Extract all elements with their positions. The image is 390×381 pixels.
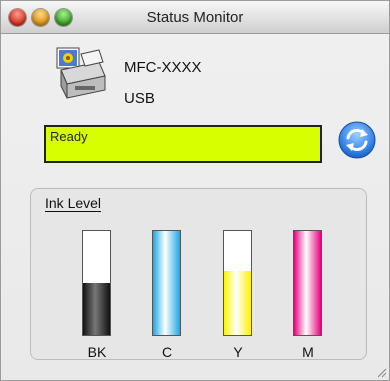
ink-label-c: C (161, 344, 173, 360)
ink-fill-c (153, 231, 180, 335)
printer-icon (56, 47, 106, 99)
status-monitor-window: Status Monitor MFC-XXXX USB Ready Ink Le… (0, 0, 390, 381)
resize-grip-icon[interactable] (375, 366, 387, 378)
ink-bar-bk (82, 230, 111, 336)
window-title: Status Monitor (146, 9, 244, 26)
device-model: MFC-XXXX (124, 59, 202, 76)
ink-bar-c (152, 230, 181, 336)
ink-fill-y (224, 270, 251, 335)
status-display: Ready (44, 125, 322, 163)
connection-type: USB (124, 90, 155, 107)
ink-fill-m (294, 231, 321, 335)
refresh-icon[interactable] (337, 120, 377, 160)
ink-bar-y (223, 230, 252, 336)
ink-label-m: M (302, 344, 314, 360)
status-text: Ready (50, 129, 88, 144)
title-bar[interactable]: Status Monitor (1, 1, 389, 34)
ink-fill-bk (83, 283, 110, 335)
ink-bar-m (293, 230, 322, 336)
ink-level-label: Ink Level (45, 195, 102, 212)
ink-label-y: Y (233, 344, 243, 360)
ink-label-bk: BK (87, 344, 107, 360)
